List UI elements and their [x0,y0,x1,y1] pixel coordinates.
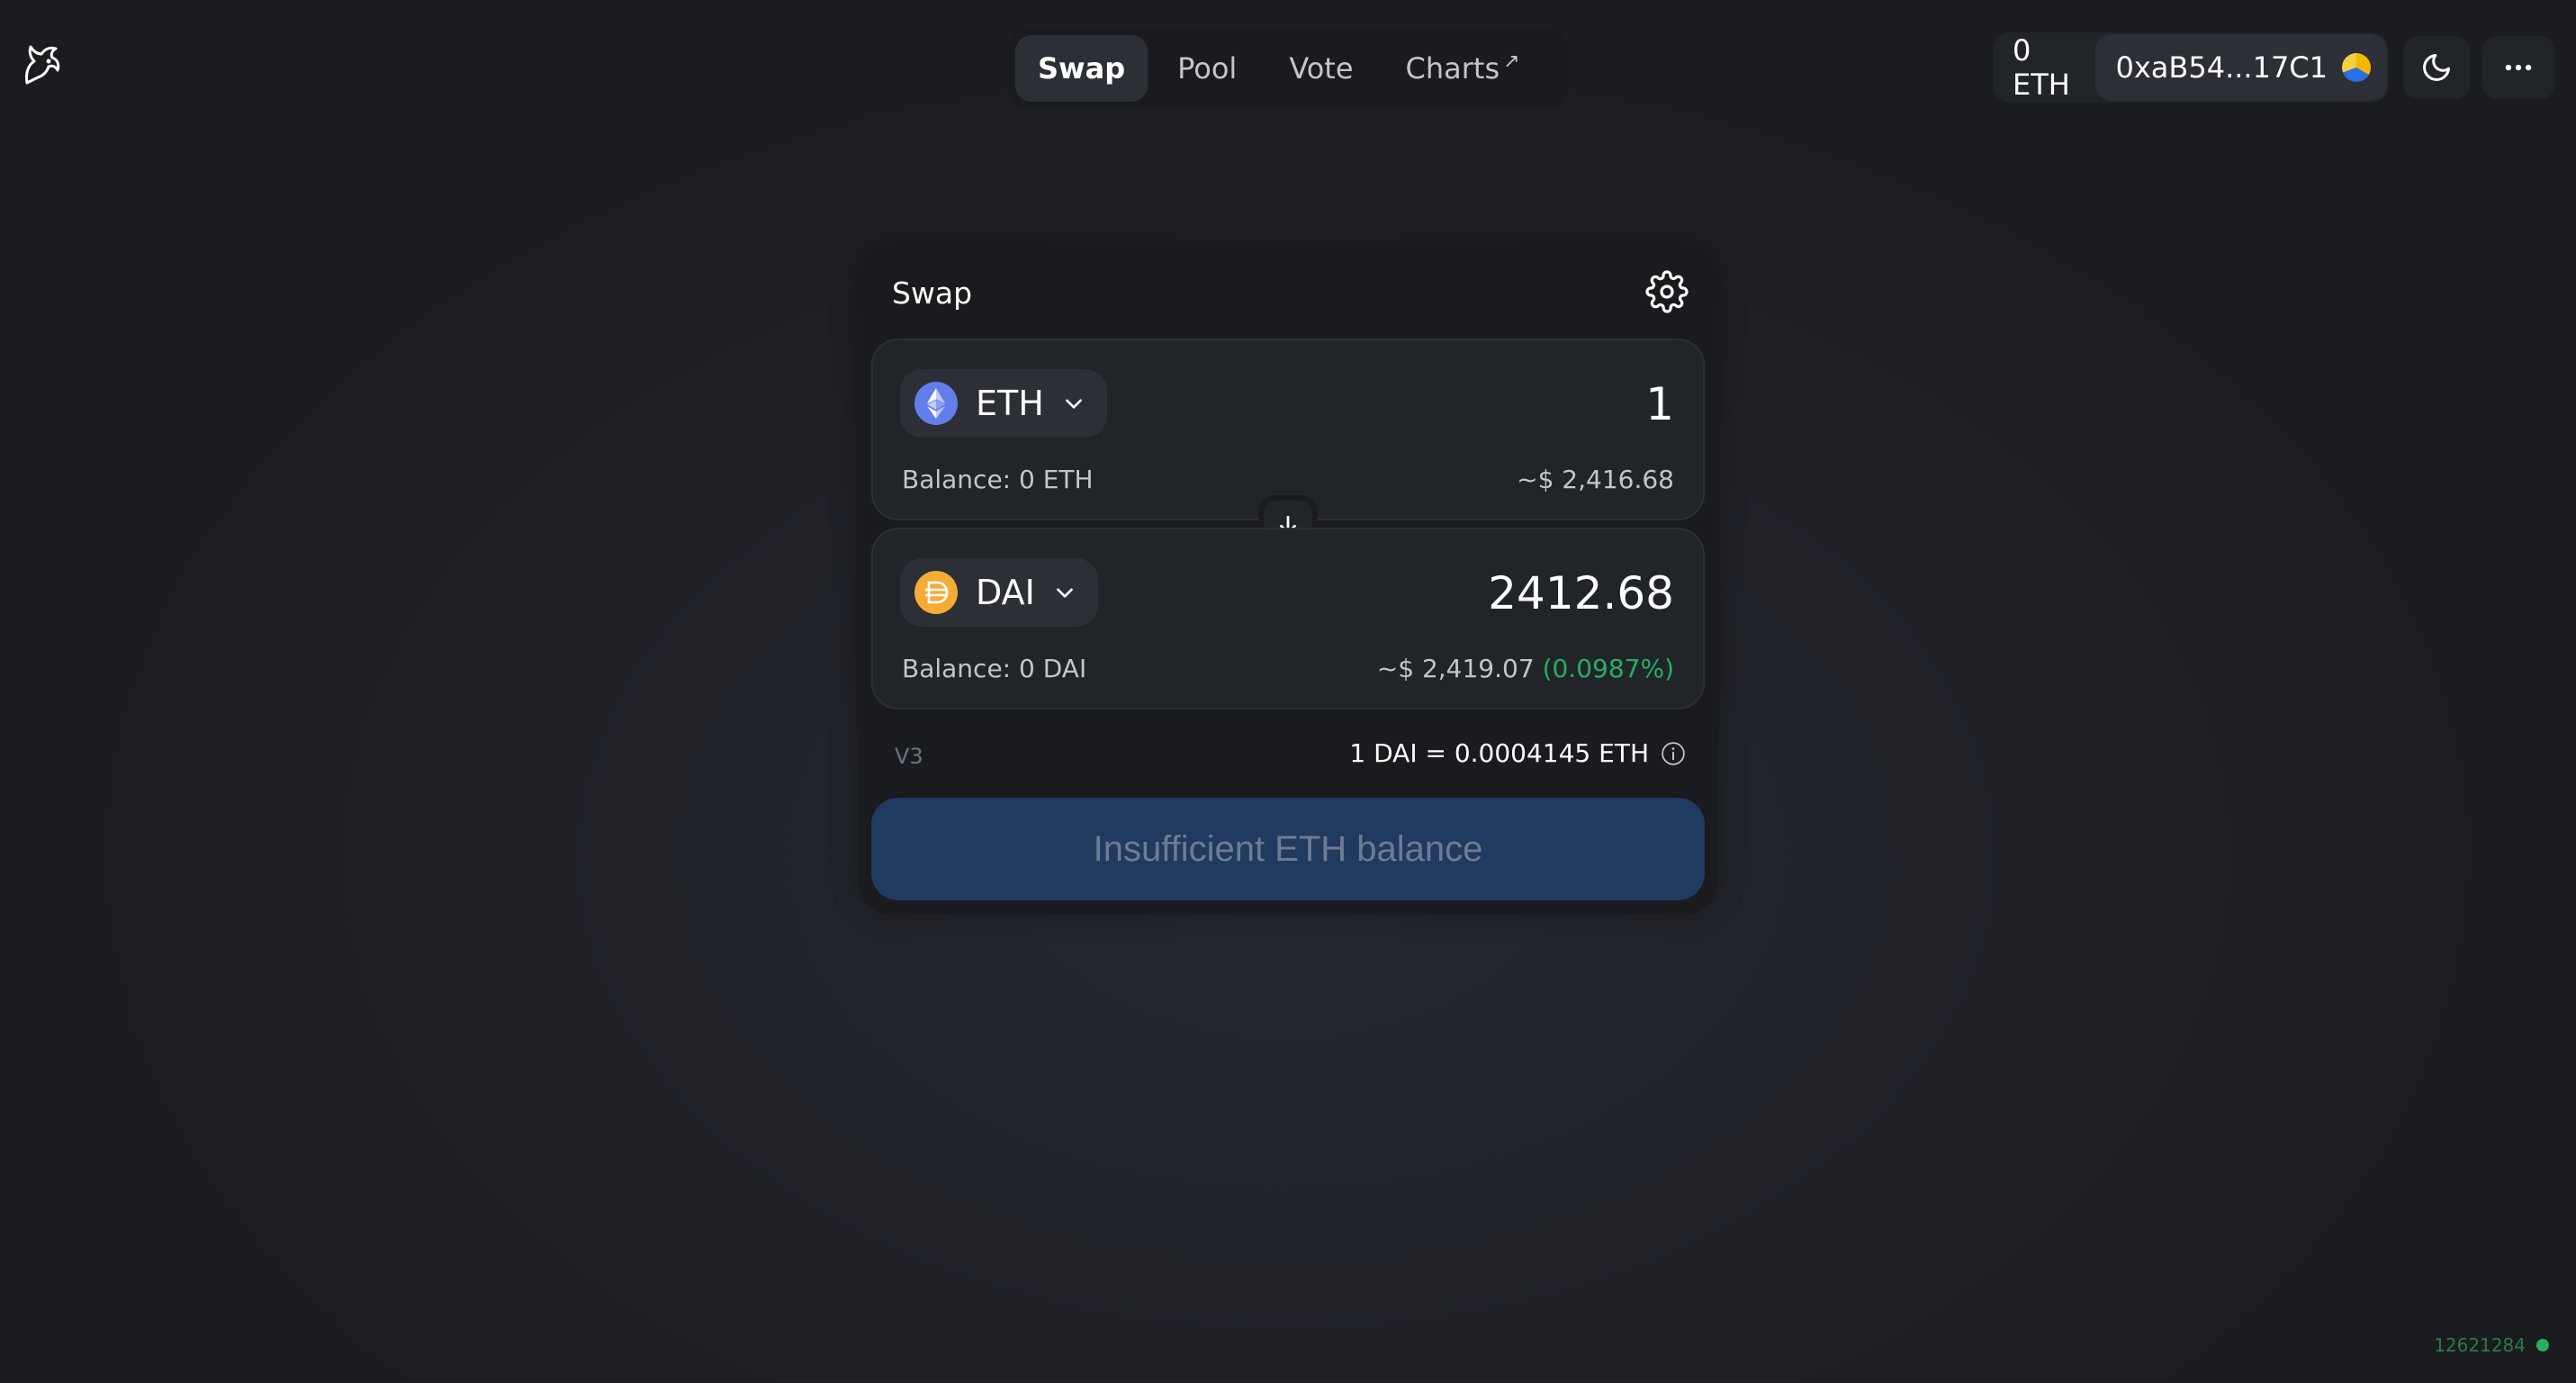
wallet-address: 0xaB54...17C1 [2115,50,2328,85]
nav-vote-tab[interactable]: Vote [1266,35,1375,102]
more-dots-icon [2505,64,2532,71]
gear-icon [1645,270,1689,313]
exchange-rate-text: 1 DAI = 0.0004145 ETH [1349,738,1649,768]
output-usd-amount: ~$ 2,419.07 [1376,654,1535,683]
swap-card: Swap ETH 1 Balance: 0 ETH ~$ 2,416.68 DA… [857,245,1719,915]
avatar [2342,53,2371,82]
account-panel: 0 ETH 0xaB54...17C1 [1993,32,2389,103]
input-balance: Balance: 0 ETH [902,465,1094,494]
input-amount[interactable]: 1 [1645,378,1674,430]
swap-card-title: Swap [892,276,973,311]
protocol-version-badge: V3 [895,744,923,769]
external-link-icon: ↗ [1503,50,1520,73]
input-usd-value: ~$ 2,416.68 [1517,465,1674,494]
main-nav: Swap Pool Vote Charts ↗ [1008,27,1568,110]
unicorn-logo-icon[interactable] [14,38,68,92]
output-token-select[interactable]: DAI [900,558,1098,627]
settings-button[interactable] [1645,270,1689,313]
more-menu-button[interactable] [2482,36,2554,99]
eth-token-icon [914,382,958,425]
theme-toggle-button[interactable] [2403,36,2470,99]
nav-charts-link[interactable]: Charts ↗ [1383,35,1543,102]
insufficient-balance-button[interactable]: Insufficient ETH balance [871,798,1705,900]
input-token-panel: ETH 1 Balance: 0 ETH ~$ 2,416.68 [871,339,1705,520]
output-token-panel: DAI 2412.68 Balance: 0 DAI ~$ 2,419.07 (… [871,528,1705,710]
dai-token-icon [914,571,958,614]
chevron-down-icon [1065,399,1082,409]
input-token-select[interactable]: ETH [900,369,1107,438]
input-token-symbol: ETH [976,384,1044,423]
block-number: 12621284 [2434,1334,2526,1356]
exchange-rate[interactable]: 1 DAI = 0.0004145 ETH [1349,738,1687,768]
output-balance: Balance: 0 DAI [902,654,1087,683]
nav-swap-tab[interactable]: Swap [1015,35,1148,102]
output-amount[interactable]: 2412.68 [1488,567,1674,619]
price-impact: (0.0987%) [1542,654,1674,683]
eth-balance: 0 ETH [2013,33,2070,102]
wallet-address-button[interactable]: 0xaB54...17C1 [2095,34,2387,101]
status-dot [2536,1339,2549,1351]
nav-pool-tab[interactable]: Pool [1155,35,1259,102]
output-usd-value: ~$ 2,419.07 (0.0987%) [1377,654,1674,683]
block-number-indicator[interactable]: 12621284 [2434,1334,2549,1356]
moon-icon [2423,54,2450,81]
info-icon[interactable] [1660,740,1687,767]
chevron-down-icon [1056,588,1073,598]
output-token-symbol: DAI [976,573,1035,612]
